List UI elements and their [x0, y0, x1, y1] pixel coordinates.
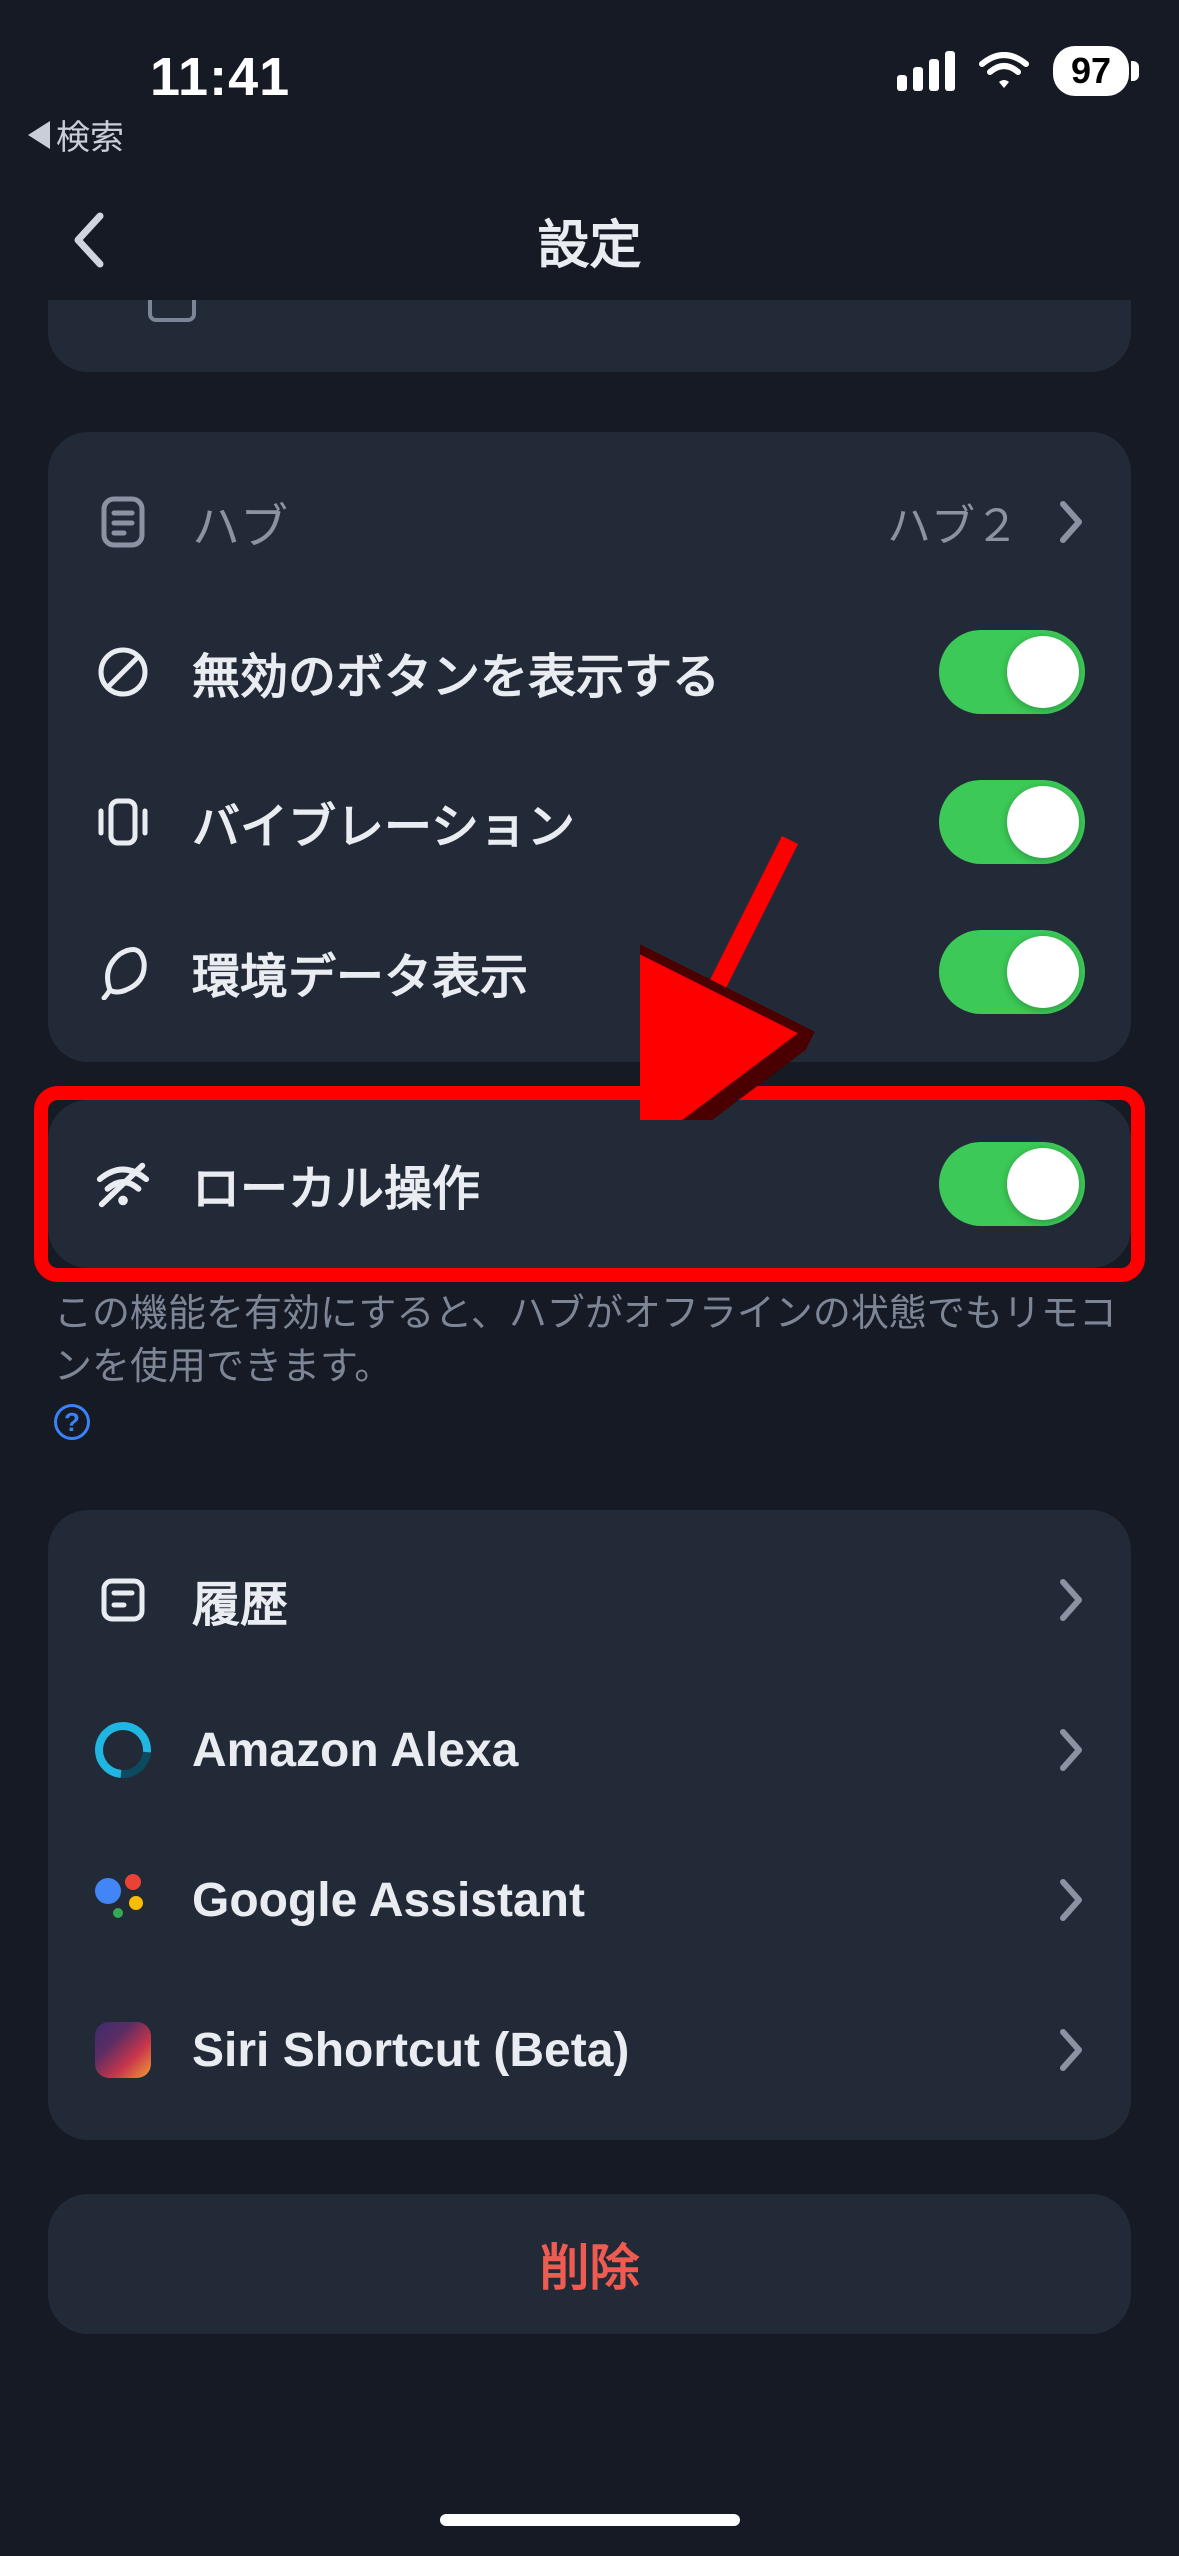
hub-row[interactable]: ハブ ハブ２ [94, 452, 1085, 592]
chevron-right-icon [1059, 1578, 1085, 1622]
cellular-signal-icon [897, 51, 955, 91]
status-right-cluster: 97 [897, 46, 1129, 96]
env-data-label: 環境データ表示 [192, 937, 899, 1007]
settings-card: ハブ ハブ２ 無効のボタンを表示する [48, 432, 1131, 1062]
show-disabled-toggle[interactable] [939, 630, 1085, 714]
chevron-right-icon [1059, 2028, 1085, 2072]
footnote-text: この機能を有効にすると、ハブがオフラインの状態でもリモコンを使用できます。 [54, 1288, 1125, 1394]
history-label: 履歴 [192, 1565, 1019, 1635]
history-row[interactable]: 履歴 [94, 1530, 1085, 1670]
delete-button[interactable]: 削除 [48, 2194, 1131, 2334]
back-button[interactable] [70, 210, 106, 270]
local-operation-toggle[interactable] [939, 1142, 1085, 1226]
wifi-icon [979, 52, 1029, 90]
nav-header: 設定 [0, 180, 1179, 300]
back-to-search[interactable]: 検索 [28, 110, 124, 159]
back-app-label: 検索 [56, 110, 124, 159]
google-assistant-label: Google Assistant [192, 1873, 1019, 1928]
vibration-icon [94, 793, 152, 851]
local-operation-label: ローカル操作 [192, 1149, 899, 1219]
vibration-toggle[interactable] [939, 780, 1085, 864]
local-operation-footnote: この機能を有効にすると、ハブがオフラインの状態でもリモコンを使用できます。 ? [48, 1288, 1131, 1440]
env-data-row: 環境データ表示 [94, 902, 1085, 1042]
alexa-row[interactable]: Amazon Alexa [94, 1680, 1085, 1820]
chevron-right-icon [1059, 1728, 1085, 1772]
local-operation-card: ローカル操作 [48, 1100, 1131, 1268]
siri-shortcut-icon [94, 2021, 152, 2079]
vibration-row: バイブレーション [94, 752, 1085, 892]
previous-card-peek [48, 300, 1131, 372]
hub-icon [94, 493, 152, 551]
siri-shortcut-row[interactable]: Siri Shortcut (Beta) [94, 1980, 1085, 2120]
env-data-toggle[interactable] [939, 930, 1085, 1014]
wifi-off-icon [94, 1155, 152, 1213]
alexa-label: Amazon Alexa [192, 1723, 1019, 1778]
hub-label: ハブ [192, 487, 847, 557]
leaf-icon [94, 943, 152, 1001]
show-disabled-label: 無効のボタンを表示する [192, 637, 899, 707]
show-disabled-buttons-row: 無効のボタンを表示する [94, 602, 1085, 742]
hub-value: ハブ２ [887, 490, 1019, 554]
google-assistant-icon [94, 1871, 152, 1929]
status-bar: 11:41 検索 97 [0, 0, 1179, 140]
siri-shortcut-label: Siri Shortcut (Beta) [192, 2023, 1019, 2078]
history-icon [94, 1571, 152, 1629]
disabled-icon [94, 643, 152, 701]
battery-indicator: 97 [1053, 46, 1129, 96]
page-title: 設定 [537, 203, 641, 278]
local-operation-row: ローカル操作 [94, 1124, 1085, 1244]
help-icon[interactable]: ? [54, 1404, 90, 1440]
alexa-icon [94, 1721, 152, 1779]
chevron-right-icon [1059, 1878, 1085, 1922]
google-assistant-row[interactable]: Google Assistant [94, 1830, 1085, 1970]
delete-label: 削除 [540, 2228, 640, 2300]
vibration-label: バイブレーション [192, 787, 899, 857]
integrations-card: 履歴 Amazon Alexa Google Assistant [48, 1510, 1131, 2140]
home-indicator[interactable] [440, 2514, 740, 2526]
back-triangle-icon [28, 121, 50, 149]
chevron-right-icon [1059, 500, 1085, 544]
status-time: 11:41 [150, 46, 290, 108]
